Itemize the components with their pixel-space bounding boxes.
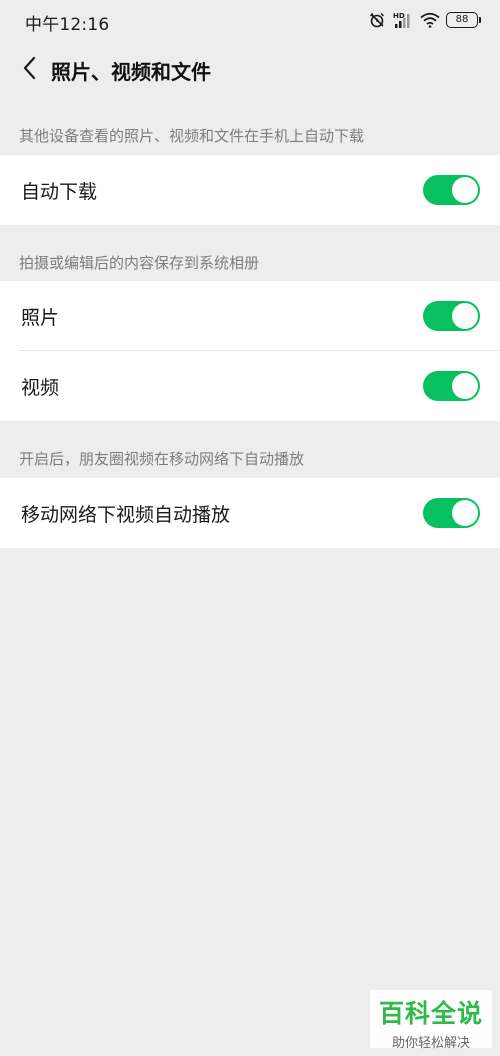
cellular-signal-icon: HD (392, 11, 414, 29)
chevron-left-icon (22, 56, 38, 84)
watermark-subtitle: 助你轻松解决 (391, 1036, 470, 1051)
back-button[interactable] (10, 50, 50, 90)
setting-label: 移动网络下视频自动播放 (21, 504, 231, 526)
toggle-knob (452, 373, 478, 399)
watermark-logo: 百科全说 助你轻松解决 (370, 990, 492, 1051)
auto-download-toggle[interactable] (423, 175, 480, 205)
page-title: 照片、视频和文件 (51, 60, 211, 84)
setting-row-videos[interactable]: 视频 (0, 351, 500, 421)
alarm-muted-icon (368, 11, 386, 29)
setting-row-cellular-autoplay[interactable]: 移动网络下视频自动播放 (0, 478, 500, 548)
setting-label: 视频 (21, 377, 60, 399)
settings-panel-save-to-album: 照片 视频 (0, 281, 500, 421)
toggle-knob (452, 177, 478, 203)
section-caption-moments-autoplay: 开启后，朋友圈视频在移动网络下自动播放 (19, 450, 305, 468)
title-bar: 照片、视频和文件 (0, 42, 500, 98)
save-photos-toggle[interactable] (423, 301, 480, 331)
wifi-icon (420, 12, 440, 28)
section-caption-save-to-album: 拍摄或编辑后的内容保存到系统相册 (19, 254, 260, 272)
save-videos-toggle[interactable] (423, 371, 480, 401)
status-icons: HD 88 (368, 9, 481, 31)
watermark-title: 百科全说 (378, 999, 483, 1028)
section-caption-auto-download: 其他设备查看的照片、视频和文件在手机上自动下载 (19, 127, 365, 145)
battery-icon: 88 (446, 12, 481, 28)
setting-label: 自动下载 (21, 181, 98, 203)
setting-label: 照片 (21, 307, 60, 329)
status-time: 中午12:16 (25, 15, 110, 35)
cellular-autoplay-toggle[interactable] (423, 498, 480, 528)
settings-panel-moments-autoplay: 移动网络下视频自动播放 (0, 478, 500, 548)
settings-panel-auto-download: 自动下载 (0, 155, 500, 225)
toggle-knob (452, 303, 478, 329)
setting-row-auto-download[interactable]: 自动下载 (0, 155, 500, 225)
toggle-knob (452, 500, 478, 526)
status-bar: 中午12:16 HD 88 (0, 0, 500, 42)
setting-row-photos[interactable]: 照片 (0, 281, 500, 351)
